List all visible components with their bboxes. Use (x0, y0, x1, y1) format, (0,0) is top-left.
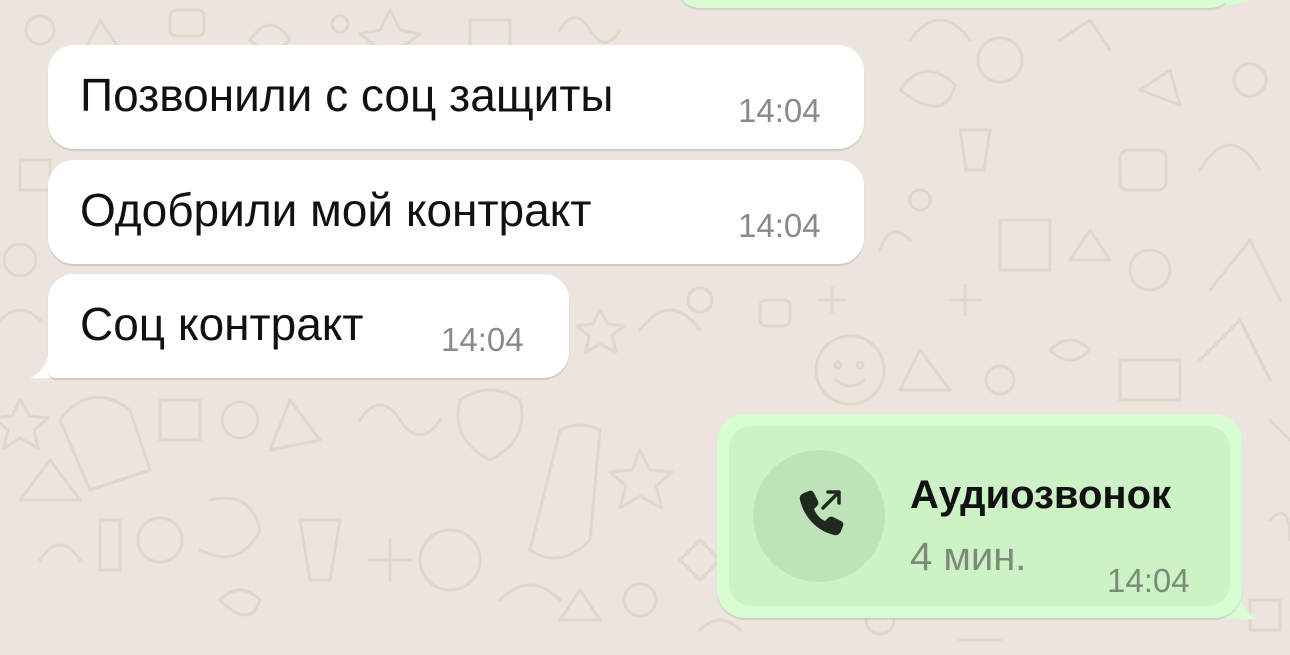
previous-outgoing-bubble (676, 0, 1234, 8)
audio-call-card[interactable]: Аудиозвонок 4 мин. 14:04 (729, 426, 1230, 606)
outgoing-call-bubble[interactable]: Аудиозвонок 4 мин. 14:04 (717, 414, 1258, 620)
call-icon-container (753, 450, 885, 582)
incoming-message-bubble[interactable]: Позвонили с соц защиты 14:04 (48, 45, 864, 149)
incoming-message-bubble[interactable]: Соц контракт 14:04 (48, 274, 569, 378)
bubble-tail (1226, 0, 1252, 6)
message-text: Соц контракт (80, 298, 364, 350)
message-text: Позвонили с соц защиты (80, 69, 614, 121)
message-text: Одобрили мой контракт (80, 184, 592, 236)
message-timestamp: 14:04 (441, 321, 524, 358)
incoming-message-bubble[interactable]: Одобрили мой контракт 14:04 (48, 160, 864, 264)
chat-background: Позвонили с соц защиты 14:04 Одобрили мо… (0, 0, 1290, 655)
message-timestamp: 14:04 (738, 92, 821, 129)
message-timestamp: 14:04 (1107, 562, 1190, 599)
message-timestamp: 14:04 (738, 207, 821, 244)
call-type-label: Аудиозвонок (910, 473, 1172, 517)
call-duration: 4 мин. (910, 535, 1027, 579)
outgoing-call-icon (799, 490, 844, 536)
